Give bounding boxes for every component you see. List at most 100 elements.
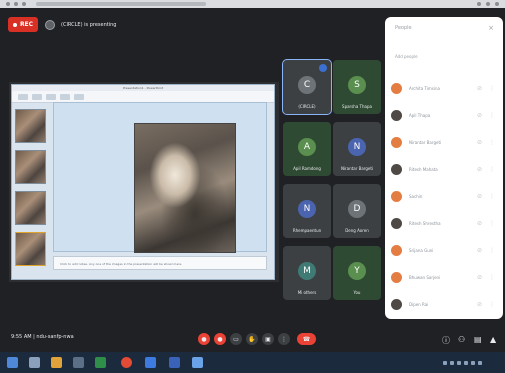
more-vert-icon[interactable]: ⋮ — [489, 166, 495, 173]
mic-off-button[interactable]: ● — [198, 333, 210, 345]
people-panel: People × Add people Archita Timsina ⊘ ⋮ Ap… — [385, 17, 503, 319]
meeting-time-code: 9:55 AM | ndu-sanfp-nwa — [11, 334, 74, 340]
list-item[interactable]: Apil Thapa ⊘ ⋮ — [385, 102, 503, 129]
participant-tile[interactable]: C (CIRCLE) — [282, 59, 332, 115]
presenting-label: (CIRCLE) is presenting — [61, 21, 117, 28]
avatar — [391, 218, 402, 229]
start-menu-icon[interactable] — [7, 357, 18, 368]
participant-tile[interactable]: N Rhempaentun — [283, 184, 331, 238]
profile-icon[interactable] — [495, 2, 499, 6]
close-icon[interactable]: × — [488, 24, 494, 32]
ribbon-tab-icon — [46, 93, 56, 100]
slide-thumbnail — [15, 191, 46, 225]
raise-hand-button[interactable]: ✋ — [246, 333, 258, 345]
participant-tile[interactable]: S Sparsha Thapa — [333, 60, 381, 114]
more-vert-icon[interactable]: ⋮ — [489, 112, 495, 119]
taskbar-app-icon[interactable] — [192, 357, 203, 368]
more-vert-icon[interactable]: ⋮ — [489, 220, 495, 227]
list-item[interactable]: Ritesh Mahata ⊘ ⋮ — [385, 156, 503, 183]
presentation-stream[interactable]: Presentation1 - PowerPoint Click to add … — [9, 82, 279, 282]
more-vert-icon[interactable]: ⋮ — [489, 85, 495, 92]
camera-off-button[interactable]: ● — [214, 333, 226, 345]
list-item[interactable]: Bhuwan Sarjeni ⊘ ⋮ — [385, 264, 503, 291]
recording-badge: REC — [8, 17, 38, 32]
avatar — [391, 245, 402, 256]
participant-name: Ritesh Shrestha — [409, 221, 441, 226]
clock[interactable] — [485, 359, 499, 367]
add-people-button[interactable]: Add people — [395, 54, 418, 59]
participant-tile[interactable]: N Nirantar Bargeti — [333, 122, 381, 176]
chrome-icon[interactable] — [121, 357, 132, 368]
mic-off-icon: ⊘ — [476, 301, 482, 308]
more-options-button[interactable]: ⋮ — [278, 333, 290, 345]
info-icon[interactable]: ⓘ — [442, 335, 450, 346]
powerpoint-window: Presentation1 - PowerPoint Click to add … — [11, 84, 275, 280]
mic-off-icon: ⊘ — [476, 220, 482, 227]
end-call-button[interactable]: ☎ — [297, 333, 316, 345]
taskbar-app-icon[interactable] — [145, 357, 156, 368]
extension-icon[interactable] — [486, 2, 490, 6]
star-icon[interactable] — [477, 2, 481, 6]
volume-icon[interactable] — [464, 361, 468, 365]
mic-off-icon: ⊘ — [476, 193, 482, 200]
more-vert-icon[interactable]: ⋮ — [489, 274, 495, 281]
participant-list: Archita Timsina ⊘ ⋮ Apil Thapa ⊘ ⋮ Nirantar … — [385, 75, 503, 318]
participant-name: Sachin — [409, 194, 423, 199]
chat-icon[interactable]: ▤ — [474, 335, 482, 344]
avatar — [391, 299, 402, 310]
list-item[interactable]: Archita Timsina ⊘ ⋮ — [385, 75, 503, 102]
meet-screen: REC (CIRCLE) is presenting Presentation1… — [0, 0, 505, 373]
taskbar-app-icon[interactable] — [169, 357, 180, 368]
more-vert-icon[interactable]: ⋮ — [489, 301, 495, 308]
more-vert-icon[interactable]: ⋮ — [489, 247, 495, 254]
taskbar-app-icon[interactable] — [73, 357, 84, 368]
captions-button[interactable]: ▭ — [230, 333, 242, 345]
participant-name: You — [353, 290, 361, 295]
battery-icon[interactable] — [471, 361, 475, 365]
reload-icon[interactable] — [22, 2, 26, 6]
participant-tile[interactable]: M Mi others — [283, 246, 331, 300]
participant-avatar: S — [348, 76, 366, 94]
participant-name: Dipen Rai — [409, 302, 429, 307]
url-field[interactable] — [36, 2, 206, 6]
slide-thumbnails — [15, 109, 47, 275]
mic-off-icon: ⊘ — [476, 247, 482, 254]
ribbon-tab-icon — [32, 93, 42, 100]
mic-off-icon: ⊘ — [476, 112, 482, 119]
list-item[interactable]: Dipen Rai ⊘ ⋮ — [385, 291, 503, 318]
wifi-icon[interactable] — [457, 361, 461, 365]
slide-notes: Click to add notes. Any one of the image… — [53, 256, 267, 270]
participant-tile[interactable]: D Deng Aoren — [333, 184, 381, 238]
participant-avatar: D — [348, 200, 366, 218]
participant-tile[interactable]: A Apil Ramdong — [283, 122, 331, 176]
more-vert-icon[interactable]: ⋮ — [489, 193, 495, 200]
list-item[interactable]: Ritesh Shrestha ⊘ ⋮ — [385, 210, 503, 237]
slide-thumbnail — [15, 109, 46, 143]
tray-icon[interactable] — [450, 361, 454, 365]
file-explorer-icon[interactable] — [51, 357, 62, 368]
list-item[interactable]: Sachin ⊘ ⋮ — [385, 183, 503, 210]
taskbar-app-icon[interactable] — [95, 357, 106, 368]
tray-icon[interactable] — [478, 361, 482, 365]
present-button[interactable]: ▣ — [262, 333, 274, 345]
list-item[interactable]: Nirantar Bargeti ⊘ ⋮ — [385, 129, 503, 156]
participant-tile[interactable]: Y You — [333, 246, 381, 300]
tray-icon[interactable] — [443, 361, 447, 365]
participant-name: Apil Ramdong — [293, 166, 321, 171]
people-icon[interactable]: ⚇ — [458, 335, 465, 344]
people-panel-title: People — [395, 25, 412, 31]
activities-icon[interactable]: ▲ — [490, 335, 496, 344]
back-icon[interactable] — [6, 2, 10, 6]
forward-icon[interactable] — [14, 2, 18, 6]
meeting-controls-bar: 9:55 AM | ndu-sanfp-nwa ● ● ▭ ✋ ▣ ⋮ ☎ ⓘ … — [0, 322, 505, 352]
participant-name: (CIRCLE) — [298, 104, 316, 109]
task-view-icon[interactable] — [29, 357, 40, 368]
participant-avatar: N — [298, 200, 316, 218]
avatar — [391, 137, 402, 148]
more-vert-icon[interactable]: ⋮ — [489, 139, 495, 146]
participant-name: Srijana Guni — [409, 248, 434, 253]
browser-actions — [477, 2, 499, 6]
recording-label: REC — [19, 21, 34, 28]
list-item[interactable]: Srijana Guni ⊘ ⋮ — [385, 237, 503, 264]
participant-name: Bhuwan Sarjeni — [409, 275, 441, 280]
